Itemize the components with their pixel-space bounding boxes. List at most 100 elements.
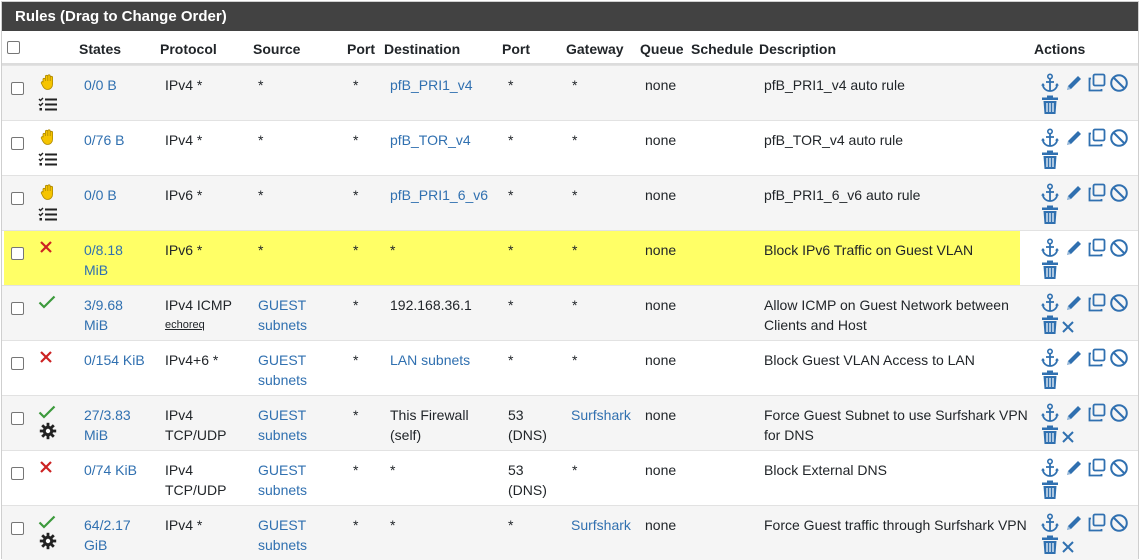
cell-link-line[interactable]: pfB_PRI1_6_v6 [390,185,488,205]
rule-select-checkbox[interactable] [11,82,24,95]
rule-destination[interactable]: LAN subnets [390,350,470,370]
block-x-icon[interactable] [39,350,53,367]
rule-states[interactable]: 0/8.18 MiB [84,240,123,280]
cell-link-line[interactable]: MiB [84,315,123,335]
rule-source[interactable]: GUEST subnets [258,295,307,335]
cell-line: * [390,242,396,258]
table-row[interactable]: 3/9.68 MiB IPv4 ICMP echoreq GUEST subnets * 19… [2,285,1138,340]
cell-link-line[interactable]: 0/0 B [84,185,117,205]
cell-link-line[interactable]: 0/154 KiB [84,350,145,370]
rule-source[interactable]: GUEST subnets [258,405,307,445]
rule-select-checkbox[interactable] [11,137,24,150]
cell-link-line[interactable]: LAN subnets [390,350,470,370]
rule-queue: none [645,242,677,258]
cell-link-line[interactable]: 0/8.18 [84,240,123,260]
table-row[interactable]: 0/0 B IPv4 * * * pfB_PRI1_v4 * * none pfB_PRI1_v… [2,65,1138,120]
table-row[interactable]: 0/74 KiB IPv4 TCP/UDP GUEST subnets * * 53 (DNS)… [2,450,1138,505]
rule-destination[interactable]: pfB_PRI1_v4 [390,75,473,95]
rule-states[interactable]: 27/3.83 MiB [84,405,131,445]
cell-link-line[interactable]: GUEST [258,515,307,535]
hand-icon[interactable] [39,128,57,149]
cell-link-line[interactable]: GUEST [258,350,307,370]
cell-link-line[interactable]: 27/3.83 [84,405,131,425]
rule-states[interactable]: 0/74 KiB [84,460,137,480]
rule-states[interactable]: 0/154 KiB [84,350,145,370]
rule-select-checkbox[interactable] [11,192,24,205]
rule-select-checkbox[interactable] [11,357,24,370]
rule-states[interactable]: 3/9.68 MiB [84,295,123,335]
col-queue[interactable]: Queue [640,41,684,57]
col-source[interactable]: Source [253,41,300,57]
rule-source: * [258,130,263,150]
cell-link-line[interactable]: pfB_PRI1_v4 [390,75,473,95]
cell-link-line[interactable]: 0/76 B [84,130,124,150]
rule-states[interactable]: 64/2.17 GiB [84,515,131,555]
cell-link-line[interactable]: GUEST [258,460,307,480]
col-schedule[interactable]: Schedule [691,41,753,57]
pass-check-icon[interactable] [38,295,56,312]
rule-destination[interactable]: pfB_TOR_v4 [390,130,471,150]
cell-link-line[interactable]: subnets [258,535,307,555]
col-states[interactable]: States [79,41,121,57]
rule-states[interactable]: 0/76 B [84,130,124,150]
block-x-icon[interactable] [39,240,53,257]
gear-icon[interactable] [39,532,57,553]
col-description[interactable]: Description [759,41,836,57]
rule-select-checkbox[interactable] [11,522,24,535]
rule-gateway[interactable]: Surfshark [571,515,631,535]
rule-select-checkbox[interactable] [11,467,24,480]
rule-source[interactable]: GUEST subnets [258,350,307,390]
cell-link-line[interactable]: 0/0 B [84,75,117,95]
cell-link-line[interactable]: pfB_TOR_v4 [390,130,471,150]
cell-link-line[interactable]: subnets [258,425,307,445]
cell-link-line[interactable]: 0/74 KiB [84,460,137,480]
cell-link-line[interactable]: GUEST [258,405,307,425]
rule-states[interactable]: 0/0 B [84,75,117,95]
rule-source[interactable]: GUEST subnets [258,460,307,500]
rule-select-checkbox[interactable] [11,247,24,260]
cell-link-line[interactable]: subnets [258,370,307,390]
table-row[interactable]: 27/3.83 MiB IPv4 TCP/UDP GUEST subnets * This F… [2,395,1138,450]
cell-line: * [508,517,514,533]
table-row[interactable]: 0/76 B IPv4 * * * pfB_TOR_v4 * * none pfB_TOR_v4… [2,120,1138,175]
cell-link-line[interactable]: GiB [84,535,131,555]
cell-link-line[interactable]: MiB [84,425,131,445]
hand-icon[interactable] [39,183,57,204]
col-port[interactable]: Port [347,41,375,57]
pass-check-icon[interactable] [38,405,56,422]
table-row[interactable]: 0/154 KiB IPv4+6 * GUEST subnets * LAN subnet… [2,340,1138,395]
col-port-dest[interactable]: Port [502,41,530,57]
gear-icon[interactable] [39,422,57,443]
table-row[interactable]: 0/0 B IPv6 * * * pfB_PRI1_6_v6 * * none pfB_PRI1… [2,175,1138,230]
cell-link-line[interactable]: subnets [258,480,307,500]
rule-source[interactable]: GUEST subnets [258,515,307,555]
rule-destination[interactable]: pfB_PRI1_6_v6 [390,185,488,205]
col-gateway[interactable]: Gateway [566,41,624,57]
cell-link-line[interactable]: 3/9.68 [84,295,123,315]
table-row[interactable]: 0/8.18 MiB IPv6 * * * * * * none Block IPv6 Traff… [2,230,1138,285]
rule-gateway[interactable]: Surfshark [571,405,631,425]
rule-destination: This Firewall (self) [390,405,469,445]
rule-states[interactable]: 0/0 B [84,185,117,205]
rule-destination-port: * [508,295,513,315]
cell-link-line[interactable]: subnets [258,315,307,335]
table-row[interactable]: 64/2.17 GiB IPv4 * GUEST subnets * * * Surfshark… [2,505,1138,560]
select-all-checkbox[interactable] [7,41,20,54]
hand-icon[interactable] [39,73,57,94]
cell-link-line[interactable]: MiB [84,260,123,280]
rule-description: Block IPv6 Traffic on Guest VLAN [764,240,973,260]
cell-link-line[interactable]: GUEST [258,295,307,315]
cell-link-line[interactable]: 64/2.17 [84,515,131,535]
rule-destination: * [390,515,395,535]
col-destination[interactable]: Destination [384,41,460,57]
icmp-type-label[interactable]: echoreq [165,315,232,335]
cell-line: 53 [508,407,524,423]
col-protocol[interactable]: Protocol [160,41,217,57]
cell-line: * [390,462,396,478]
pass-check-icon[interactable] [38,515,56,532]
rule-select-checkbox[interactable] [11,302,24,315]
block-x-icon[interactable] [39,460,53,477]
rule-source-port: * [353,297,359,313]
rule-queue: none [645,517,677,533]
rule-select-checkbox[interactable] [11,412,24,425]
